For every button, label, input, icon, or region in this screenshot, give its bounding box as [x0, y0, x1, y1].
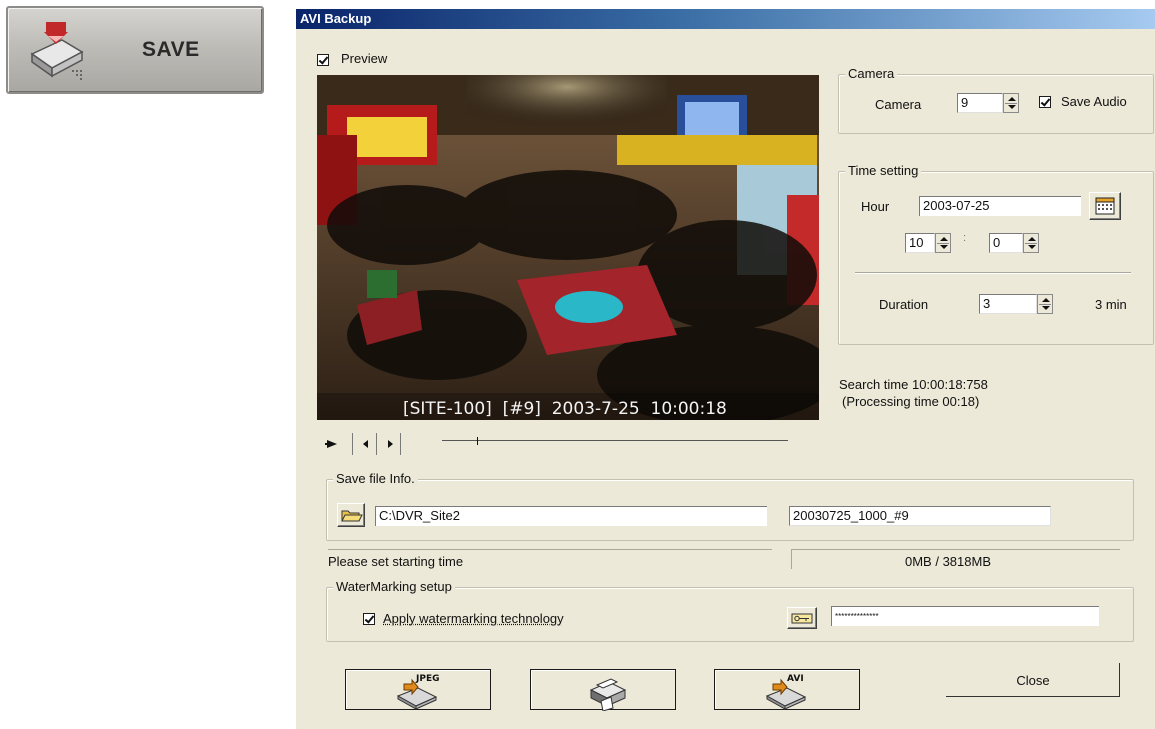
save-file-group: Save file Info. C:\DVR_Site2 20030725_10…	[326, 471, 1134, 541]
save-file-legend: Save file Info.	[333, 471, 418, 486]
browse-folder-button[interactable]	[337, 503, 365, 527]
save-filename-field[interactable]: 20030725_1000_#9	[789, 506, 1051, 526]
search-time-text: Search time 10:00:18:758	[839, 377, 988, 392]
avi-export-button[interactable]: AVI	[714, 669, 860, 710]
time-separator: :	[963, 232, 967, 244]
playback-slider-track[interactable]	[442, 437, 788, 445]
minute-field[interactable]: 0	[989, 233, 1023, 253]
apply-watermark-checkbox[interactable]	[363, 613, 375, 625]
print-button[interactable]	[530, 669, 676, 711]
hour-label: Hour	[861, 199, 890, 214]
jpeg-button-label: JPEG	[415, 674, 439, 684]
calendar-icon	[1095, 197, 1115, 215]
right-arrow-icon	[388, 440, 393, 448]
date-field[interactable]: 2003-07-25	[919, 196, 1081, 216]
avi-button-label: AVI	[787, 674, 804, 684]
duration-field[interactable]: 3	[979, 294, 1037, 314]
watermarking-group: WaterMarking setup Apply watermarking te…	[326, 579, 1134, 642]
save-label: SAVE	[142, 38, 200, 61]
save-button[interactable]: SAVE	[6, 6, 264, 94]
hour-spinner[interactable]	[935, 233, 951, 253]
jpeg-export-button[interactable]: JPEG	[345, 669, 491, 710]
time-divider	[855, 272, 1131, 273]
jpeg-disk-icon: JPEG	[396, 674, 439, 710]
left-arrow-icon	[363, 440, 368, 448]
step-forward-button[interactable]	[379, 433, 401, 455]
casino-scene-image	[317, 75, 819, 420]
video-preview: [SITE-100] [#9] 2003-7-25 10:00:18	[317, 75, 819, 420]
close-button-label: Close	[1016, 673, 1050, 688]
watermark-password-field[interactable]: **************	[831, 606, 1099, 626]
preview-label: Preview	[341, 51, 388, 66]
play-button[interactable]	[317, 433, 353, 455]
camera-number-field[interactable]: 9	[957, 93, 1003, 113]
camera-group-legend: Camera	[845, 66, 898, 81]
watermarking-legend: WaterMarking setup	[333, 579, 455, 594]
status-top-line	[328, 549, 772, 550]
disk-top-line	[792, 549, 1120, 550]
close-button[interactable]: Close	[946, 663, 1120, 697]
playback-slider-thumb[interactable]	[477, 437, 478, 445]
printer-icon	[589, 678, 627, 711]
title-bar: AVI Backup	[296, 9, 1155, 29]
preview-checkbox[interactable]	[317, 54, 329, 66]
camera-group: Camera Camera 9 Save Audio	[838, 66, 1154, 134]
duration-spinner[interactable]	[1037, 294, 1053, 314]
key-icon	[791, 613, 813, 624]
save-audio-label: Save Audio	[1061, 94, 1127, 109]
status-divider	[791, 549, 792, 569]
dialog-title: AVI Backup	[300, 11, 372, 26]
step-back-button[interactable]	[355, 433, 377, 455]
save-path-field[interactable]: C:\DVR_Site2	[375, 506, 767, 526]
avi-disk-icon: AVI	[765, 674, 807, 710]
status-message: Please set starting time	[328, 554, 464, 569]
duration-label: Duration	[879, 297, 929, 312]
camera-label: Camera	[875, 97, 922, 112]
calendar-button[interactable]	[1089, 192, 1121, 220]
duration-minutes-text: 3 min	[1095, 297, 1127, 312]
disk-usage-text: 0MB / 3818MB	[905, 554, 991, 569]
apply-watermark-label: Apply watermarking technology	[383, 611, 564, 626]
watermark-key-button[interactable]	[787, 607, 817, 629]
minute-spinner[interactable]	[1023, 233, 1039, 253]
open-folder-icon	[341, 510, 363, 522]
video-timestamp-overlay: [SITE-100] [#9] 2003-7-25 10:00:18	[403, 399, 727, 419]
play-icon	[325, 440, 337, 448]
avi-backup-dialog: AVI Backup Preview [SITE-100] [#9] 2003-…	[296, 9, 1155, 729]
save-audio-checkbox[interactable]	[1039, 96, 1051, 108]
hour-field[interactable]: 10	[905, 233, 935, 253]
time-setting-legend: Time setting	[845, 163, 922, 178]
camera-spinner[interactable]	[1003, 93, 1019, 113]
processing-time-text: (Processing time 00:18)	[842, 394, 980, 409]
floppy-save-icon	[30, 22, 84, 80]
time-setting-group: Time setting Hour 2003-07-25 10 : 0 Dura…	[838, 163, 1154, 345]
